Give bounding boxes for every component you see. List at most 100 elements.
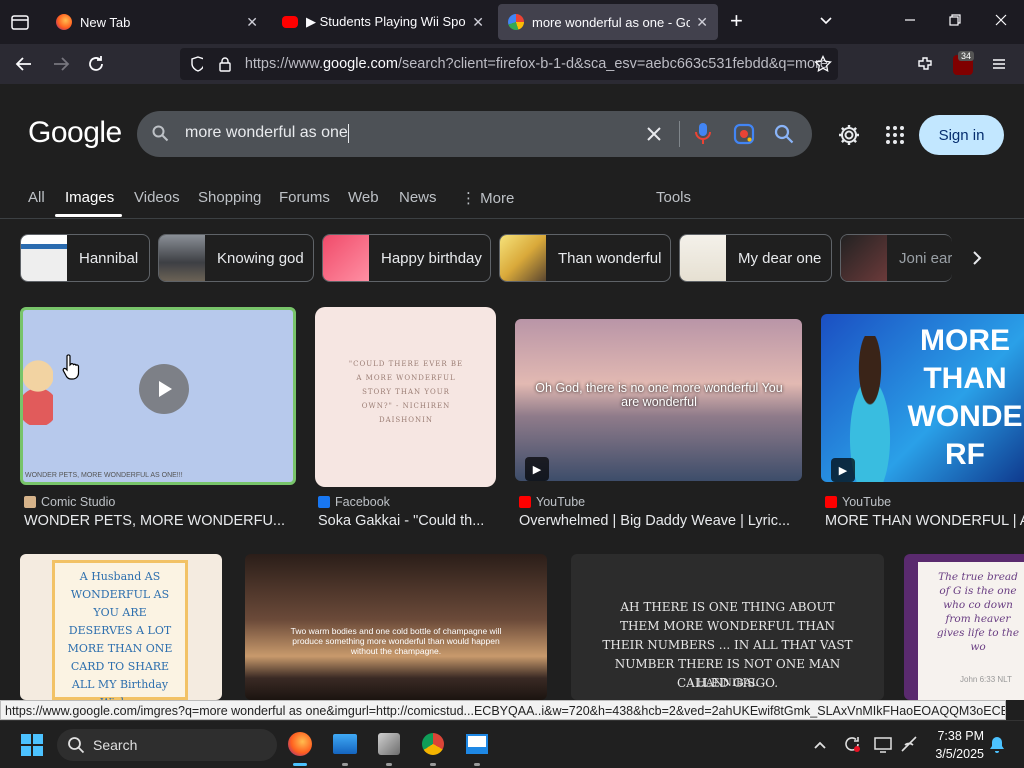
chip-than-wonderful[interactable]: Than wonderful bbox=[499, 234, 671, 282]
minimize-button[interactable] bbox=[902, 12, 918, 28]
tab-list-icon[interactable] bbox=[10, 12, 30, 32]
result-image-youtube-overwhelmed[interactable]: Oh God, there is no one more wonderful Y… bbox=[515, 319, 802, 481]
notification-bell-icon[interactable] bbox=[989, 736, 1005, 754]
chip-my-dear-one[interactable]: My dear one bbox=[679, 234, 832, 282]
search-box[interactable]: more wonderful as one bbox=[137, 111, 812, 157]
tab-web[interactable]: Web bbox=[348, 189, 379, 206]
chrome-taskbar-icon[interactable] bbox=[418, 729, 448, 759]
sign-in-button[interactable]: Sign in bbox=[919, 115, 1004, 155]
chip-label: Than wonderful bbox=[558, 249, 662, 267]
display-icon[interactable] bbox=[874, 735, 892, 753]
tab-images[interactable]: Images bbox=[65, 189, 114, 206]
result-caption[interactable]: Soka Gakkai - "Could th... bbox=[318, 513, 498, 529]
tab-google-search[interactable]: more wonderful as one - Googl ✕ bbox=[498, 4, 718, 40]
close-tab-icon[interactable]: ✕ bbox=[246, 14, 258, 31]
youtube-icon bbox=[825, 496, 837, 508]
clear-icon[interactable] bbox=[646, 126, 662, 142]
video-play-icon: ▶ bbox=[525, 457, 549, 481]
result-caption[interactable]: WONDER PETS, MORE WONDERFU... bbox=[24, 513, 300, 529]
network-icon[interactable] bbox=[900, 735, 918, 753]
photos-taskbar-icon[interactable] bbox=[330, 729, 360, 759]
result-image-champagne[interactable]: Two warm bodies and one cold bottle of c… bbox=[245, 554, 547, 700]
clock-time[interactable]: 7:38 PM bbox=[934, 729, 984, 743]
taskbar-search-label: Search bbox=[93, 737, 138, 753]
thumbnail-overlay-text: WONDER PETS, MORE WONDERFUL AS ONE!!! bbox=[25, 472, 183, 479]
chip-label: Hannibal bbox=[79, 249, 139, 267]
taskbar: Search 7:38 PM 3/5/2025 bbox=[0, 720, 1024, 768]
thumbnail-overlay-text: Oh God, there is no one more wonderful Y… bbox=[535, 381, 783, 409]
close-tab-icon[interactable]: ✕ bbox=[472, 14, 484, 31]
youtube-icon bbox=[282, 16, 298, 28]
url-domain: google.com bbox=[322, 56, 398, 72]
bookmark-star-icon[interactable] bbox=[814, 54, 832, 73]
tools-button[interactable]: Tools bbox=[656, 189, 691, 206]
chip-hannibal[interactable]: Hannibal bbox=[20, 234, 150, 282]
forward-button[interactable] bbox=[51, 54, 71, 74]
sync-icon[interactable] bbox=[843, 735, 861, 753]
facebook-icon bbox=[318, 496, 330, 508]
lock-icon[interactable] bbox=[217, 56, 231, 72]
chip-knowing-god[interactable]: Knowing god bbox=[158, 234, 314, 282]
lens-icon[interactable] bbox=[733, 123, 755, 145]
chip-label: My dear one bbox=[738, 249, 822, 267]
firefox-taskbar-icon[interactable] bbox=[285, 729, 315, 759]
search-input[interactable]: more wonderful as one bbox=[185, 124, 348, 142]
chip-joni-earn[interactable]: Joni earn bbox=[840, 234, 952, 282]
result-image-facebook[interactable]: "COULD THERE EVER BE A MORE WONDERFUL ST… bbox=[315, 307, 496, 487]
chevron-up-icon[interactable] bbox=[813, 739, 827, 751]
reload-button[interactable] bbox=[86, 54, 106, 74]
close-tab-icon[interactable]: ✕ bbox=[696, 14, 708, 31]
firefox-icon bbox=[56, 14, 72, 30]
result-source: Facebook bbox=[318, 495, 390, 509]
url-bar[interactable]: https://www. google.com/search?client=fir… bbox=[180, 48, 838, 80]
tab-news[interactable]: News bbox=[399, 189, 437, 206]
taskbar-search[interactable]: Search bbox=[57, 729, 277, 761]
tab-forums[interactable]: Forums bbox=[279, 189, 330, 206]
running-indicator bbox=[430, 763, 436, 766]
clock-date[interactable]: 3/5/2025 bbox=[930, 747, 984, 761]
chevron-right-icon[interactable] bbox=[970, 250, 984, 266]
tab-shopping[interactable]: Shopping bbox=[198, 189, 261, 206]
search-submit-icon[interactable] bbox=[774, 124, 794, 144]
result-caption[interactable]: Overwhelmed | Big Daddy Weave | Lyric... bbox=[519, 513, 802, 529]
tab-title: New Tab bbox=[80, 14, 131, 30]
notepad-taskbar-icon[interactable] bbox=[462, 729, 492, 759]
active-tab-indicator bbox=[55, 214, 122, 217]
shield-icon[interactable] bbox=[190, 56, 204, 72]
result-image-hannibal-quote[interactable]: AH THERE IS ONE THING ABOUT THEM MORE WO… bbox=[571, 554, 884, 700]
result-image-bread-of-god[interactable]: The true bread of G is the one who co do… bbox=[904, 554, 1024, 700]
new-tab-button[interactable]: + bbox=[730, 8, 743, 34]
thumbnail-overlay-text: The true bread of G is the one who co do… bbox=[936, 571, 1020, 653]
menu-icon[interactable] bbox=[991, 56, 1007, 72]
extensions-icon[interactable] bbox=[916, 55, 934, 73]
chip-label: Joni earn bbox=[899, 249, 952, 267]
microphone-icon[interactable] bbox=[695, 122, 711, 146]
windows-start-icon[interactable] bbox=[18, 731, 46, 759]
tab-youtube[interactable]: ▶ Students Playing Wii Sports - ✕ bbox=[272, 4, 494, 40]
chevron-down-icon[interactable] bbox=[818, 12, 834, 28]
tab-new-tab[interactable]: New Tab ✕ bbox=[46, 4, 268, 40]
apps-grid-icon[interactable] bbox=[885, 125, 905, 145]
play-video-icon[interactable] bbox=[139, 364, 189, 414]
comic-studio-icon bbox=[24, 496, 36, 508]
tab-videos[interactable]: Videos bbox=[134, 189, 180, 206]
google-logo[interactable]: Google bbox=[28, 116, 122, 150]
result-image-comic-studio[interactable]: WONDER PETS, MORE WONDERFUL AS ONE!!! bbox=[20, 307, 296, 485]
source-label: YouTube bbox=[536, 495, 586, 509]
tab-all[interactable]: All bbox=[28, 189, 45, 206]
settings-gear-icon[interactable] bbox=[837, 123, 861, 147]
cartoon-character bbox=[23, 355, 53, 425]
tab-more[interactable]: ⋮ More bbox=[461, 189, 514, 207]
result-image-husband-card[interactable]: A Husband AS WONDERFUL AS YOU ARE DESERV… bbox=[20, 554, 222, 700]
app-taskbar-icon[interactable] bbox=[374, 729, 404, 759]
back-button[interactable] bbox=[14, 54, 34, 74]
close-window-button[interactable] bbox=[993, 12, 1009, 28]
thumbnail-overlay-text: "COULD THERE EVER BE A MORE WONDERFUL ST… bbox=[348, 360, 464, 424]
restore-button[interactable] bbox=[947, 12, 963, 28]
chip-happy-birthday[interactable]: Happy birthday bbox=[322, 234, 491, 282]
result-image-youtube-more-than-wonderful[interactable]: MORE THAN WONDERF ▶ bbox=[821, 314, 1024, 482]
running-indicator bbox=[386, 763, 392, 766]
search-icon bbox=[152, 125, 169, 142]
thumbnail-overlay-text: Two warm bodies and one cold bottle of c… bbox=[290, 626, 502, 656]
result-caption[interactable]: MORE THAN WONDERFUL | A bbox=[825, 513, 1024, 529]
